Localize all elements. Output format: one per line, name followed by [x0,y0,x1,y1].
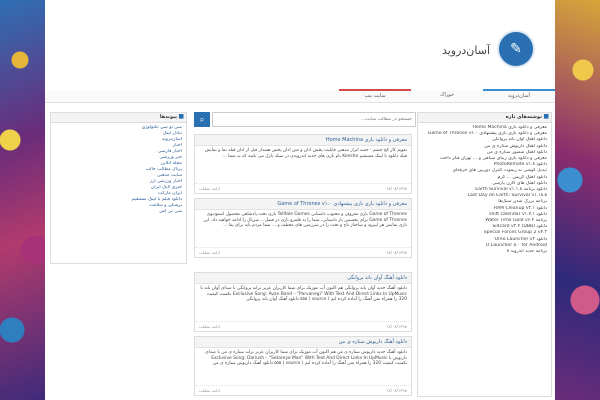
search-bar: ⌕ [194,112,416,127]
post-title[interactable]: معرفی و دانلود بازی بازی پیشنهادی Game o… [195,199,411,210]
post-title[interactable]: معرفی و دانلود بازی Homo Machina [195,135,411,146]
recent-posts-title: ■ نوشته‌های تازه [418,113,551,123]
recent-posts-heading: نوشته‌های تازه [505,114,542,120]
document-icon: ■ [543,113,549,120]
post-meta: ۱۸/۰۸/۱۳۹۸ ادامه مطلب [195,321,411,331]
search-input[interactable] [212,112,416,127]
links-list: سی تو سی تکنولوژی تبادل لینک آسان‌دروید … [51,123,186,217]
site-title[interactable]: آسان‌دروید [442,44,490,57]
site-header: ✎ آسان‌دروید [45,0,555,91]
sidebar-recent-posts: ■ نوشته‌های تازه معرفی و دانلود بازی Hom… [417,112,552,397]
page-container: ✎ آسان‌دروید آسان‌دروید خوراک سایت مپ ■ … [45,0,555,400]
post-excerpt: تقویم کار کج چشم - جعبه ابزار مذهبی قابل… [204,148,407,159]
search-icon[interactable]: ⌕ [194,112,210,127]
read-more-link[interactable]: ادامه مطلب [199,248,220,257]
bookmark-icon: ■ [178,113,184,120]
background-left-art [0,0,45,400]
post-meta: ۱۸/۰۸/۱۳۹۸ ادامه مطلب [195,183,411,193]
post-excerpt: دانلود آهنگ جدید آوان باند پروانگی هم اک… [200,286,407,303]
post-title[interactable]: دانلود آهنگ داریوش ستاره ی من [195,337,411,348]
post-card: دانلود آهنگ آوان باند پروانگی دانلود آهن… [194,272,412,332]
post-date: ۱۸/۰۸/۱۳۹۸ [386,324,407,329]
read-more-link[interactable]: ادامه مطلب [199,386,220,395]
recent-posts-list: معرفی و دانلود بازی Homo Machina معرفی و… [418,123,551,257]
sidebar-links-title: ■ پیوندها [51,113,186,123]
android-pen-icon[interactable]: ✎ [497,30,535,68]
post-excerpt: Game of Thrones بازی معروف و محبوب داستا… [203,212,407,229]
read-more-link[interactable]: ادامه مطلب [199,184,220,193]
post-excerpt: دانلود آهنگ جدید داریوش ستاره ی من هم اک… [205,350,407,367]
read-more-link[interactable]: ادامه مطلب [199,322,220,331]
post-meta: ۱۸/۰۸/۱۳۹۸ ادامه مطلب [195,247,411,257]
nav-item-home[interactable]: آسان‌دروید [483,89,555,102]
post-title[interactable]: دانلود آهنگ آوان باند پروانگی [195,273,411,284]
post-card: دانلود آهنگ داریوش ستاره ی من دانلود آهن… [194,336,412,396]
recent-post-link[interactable]: برنامه جدید اندروید ۸ [422,249,547,255]
nav-item-feed[interactable]: خوراک [411,90,483,101]
post-date: ۱۸/۰۸/۱۳۹۸ [386,388,407,393]
nav-item-sitemap[interactable]: سایت مپ [339,89,411,102]
post-date: ۱۸/۰۸/۱۳۹۸ [386,186,407,191]
link-item[interactable]: سی تی اس [55,209,182,215]
sidebar-links-heading: پیوندها [159,114,177,120]
post-date: ۱۸/۰۸/۱۳۹۸ [386,250,407,255]
post-card: معرفی و دانلود بازی بازی پیشنهادی Game o… [194,198,412,258]
main-nav: آسان‌دروید خوراک سایت مپ [45,89,555,103]
sidebar-links: ■ پیوندها سی تو سی تکنولوژی تبادل لینک آ… [50,112,187,264]
background-right-art [555,0,600,400]
post-meta: ۱۸/۰۸/۱۳۹۸ ادامه مطلب [195,385,411,395]
post-card: معرفی و دانلود بازی Homo Machina تقویم ک… [194,134,412,194]
